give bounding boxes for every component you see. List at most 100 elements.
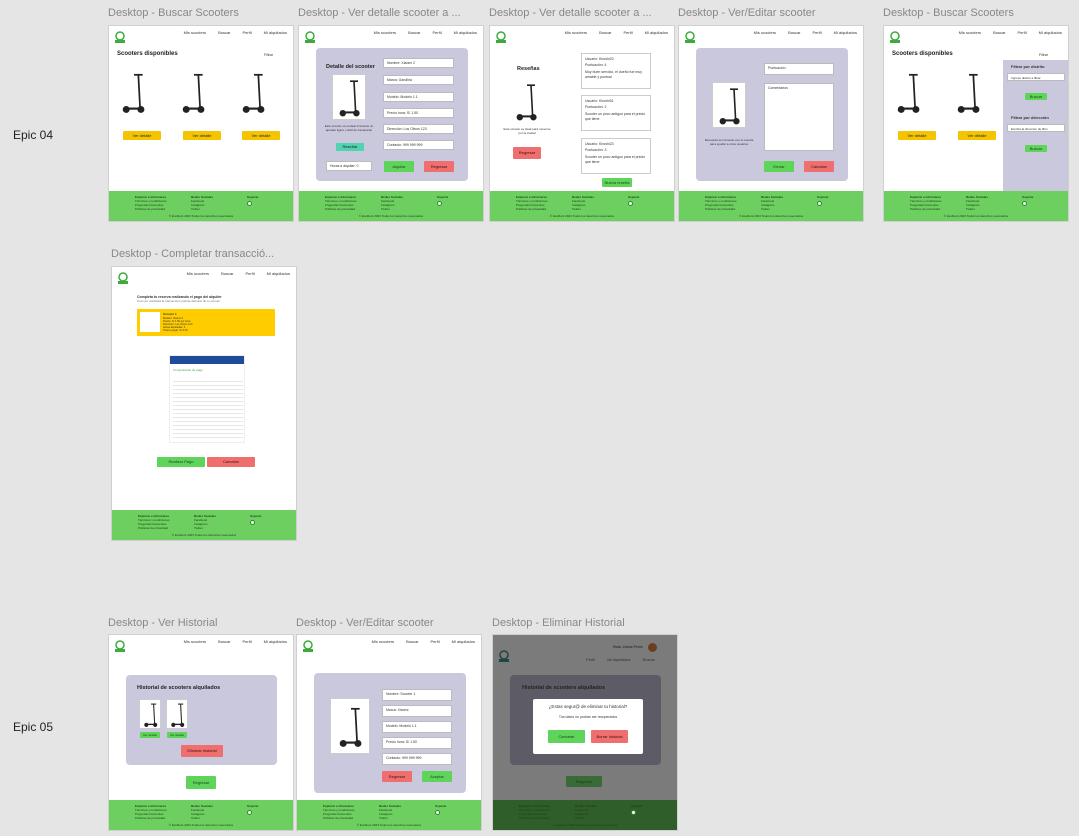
nav-my-rented[interactable]: Mi alquilados xyxy=(454,30,477,35)
nav-my-rented[interactable]: Mi alquilados xyxy=(834,30,857,35)
nav-search[interactable]: Buscar xyxy=(406,639,418,644)
nav-search[interactable]: Buscar xyxy=(221,271,233,276)
nav-my-scooters[interactable]: Mis scooters xyxy=(565,30,587,35)
whatsapp-icon[interactable] xyxy=(437,201,442,206)
nav-search[interactable]: Buscar xyxy=(788,30,800,35)
avatar[interactable] xyxy=(648,643,657,652)
hours-input[interactable]: Horas a alquilar: 0 xyxy=(326,161,372,171)
footer-link[interactable]: Políticas de privacidad xyxy=(519,816,551,820)
back-button[interactable]: Regresar xyxy=(513,147,541,159)
nav-profile[interactable]: Perfil xyxy=(246,271,255,276)
district-input[interactable]: Ingrese distrito a filtrar xyxy=(1007,73,1065,81)
nav-search[interactable]: Buscar xyxy=(599,30,611,35)
nav-my-scooters[interactable]: Mis scooters xyxy=(372,639,394,644)
nav-search[interactable]: Buscar xyxy=(218,30,230,35)
view-detail-button[interactable]: Ver detalle xyxy=(898,131,936,140)
footer-link[interactable]: Políticas de privacidad xyxy=(910,207,942,211)
review-button[interactable]: Reseñar xyxy=(336,143,364,151)
accept-button[interactable]: Aceptar xyxy=(422,771,452,782)
footer-link[interactable]: Twitter xyxy=(575,816,597,820)
view-detail-button[interactable]: Ver detalle xyxy=(183,131,221,140)
nav-my-scooters[interactable]: Mis scooters xyxy=(184,30,206,35)
edit-field[interactable]: Modelo: Modelo 1.1 xyxy=(382,721,452,733)
whatsapp-icon[interactable] xyxy=(247,810,252,815)
rent-button[interactable]: Alquilar xyxy=(384,161,414,172)
whatsapp-icon[interactable] xyxy=(817,201,822,206)
whatsapp-icon[interactable] xyxy=(631,810,636,815)
back-button[interactable]: Regresar xyxy=(566,776,602,787)
nav-my-scooters[interactable]: Mis scooters xyxy=(184,639,206,644)
edit-field[interactable]: Precio hora: S/ 1.50 xyxy=(382,737,452,749)
whatsapp-icon[interactable] xyxy=(250,520,255,525)
new-review-button[interactable]: Nueva reseña xyxy=(602,178,632,187)
nav-search[interactable]: Buscar xyxy=(408,30,420,35)
nav-my-rented[interactable]: Mi alquilados xyxy=(1039,30,1062,35)
footer-link[interactable]: Políticas de privacidad xyxy=(135,207,167,211)
score-input[interactable]: Puntuación xyxy=(764,63,834,75)
back-button[interactable]: Regresar xyxy=(382,771,412,782)
footer-link[interactable]: Twitter xyxy=(381,207,403,211)
nav-my-scooters[interactable]: Mis scooters xyxy=(754,30,776,35)
footer-link[interactable]: Twitter xyxy=(191,816,213,820)
nav-profile[interactable]: Perfil xyxy=(433,30,442,35)
comments-textarea[interactable]: Comentarios xyxy=(764,83,834,151)
nav-my-rented[interactable]: Mi alquilados xyxy=(645,30,668,35)
nav-profile[interactable]: Perfil xyxy=(243,639,252,644)
nav-my-scooters[interactable]: Mis scooters xyxy=(374,30,396,35)
footer-link[interactable]: Políticas de privacidad xyxy=(516,207,548,211)
view-detail-button[interactable]: Ver detalle xyxy=(958,131,996,140)
edit-field[interactable]: Nombre: Scooter 1 xyxy=(382,689,452,701)
nav-search[interactable]: Buscar xyxy=(218,639,230,644)
search-button[interactable]: Buscar xyxy=(1025,93,1047,100)
nav-search[interactable]: Buscar xyxy=(993,30,1005,35)
nav-profile[interactable]: Perfil xyxy=(243,30,252,35)
pay-button[interactable]: Realizar Pago xyxy=(157,457,205,467)
modal-confirm-button[interactable]: Borrar historial xyxy=(591,730,628,743)
nav-profile[interactable]: Perfil xyxy=(813,30,822,35)
footer-link[interactable]: Políticas de privacidad xyxy=(705,207,737,211)
nav-my-rented[interactable]: Mi alquilados xyxy=(267,271,290,276)
nav-profile[interactable]: Perfil xyxy=(431,639,440,644)
view-detail-button[interactable]: Ver detalle xyxy=(123,131,161,140)
footer-link[interactable]: Twitter xyxy=(761,207,783,211)
modal-cancel-button[interactable]: Cancelar xyxy=(548,730,585,743)
view-detail-button[interactable]: Ver detalle xyxy=(140,732,160,738)
delete-history-button[interactable]: Eliminar historial xyxy=(181,745,223,757)
cancel-button[interactable]: Cancelar xyxy=(804,161,834,172)
nav-profile[interactable]: Perfil xyxy=(586,657,595,662)
whatsapp-icon[interactable] xyxy=(435,810,440,815)
footer-link[interactable]: Twitter xyxy=(966,207,988,211)
whatsapp-icon[interactable] xyxy=(628,201,633,206)
send-button[interactable]: Enviar xyxy=(764,161,794,172)
nav-profile[interactable]: Perfil xyxy=(624,30,633,35)
whatsapp-icon[interactable] xyxy=(1022,201,1027,206)
nav-my-rented[interactable]: Mi alquilados xyxy=(264,30,287,35)
footer-link[interactable]: Políticas de privacidad xyxy=(325,207,357,211)
footer-link[interactable]: Twitter xyxy=(191,207,213,211)
address-input[interactable]: Escriba la dirección de filtro xyxy=(1007,124,1065,132)
footer-link[interactable]: Twitter xyxy=(572,207,594,211)
edit-field[interactable]: Marca: Xiaomi xyxy=(382,705,452,717)
footer-link[interactable]: Políticas de privacidad xyxy=(323,816,355,820)
footer-link[interactable]: Políticas de privacidad xyxy=(138,526,170,530)
nav-my-scooters[interactable]: Mis scooters xyxy=(959,30,981,35)
footer-link[interactable]: Twitter xyxy=(194,526,216,530)
footer-link[interactable]: Twitter xyxy=(379,816,401,820)
back-button[interactable]: Regresar xyxy=(186,776,216,789)
filter-button[interactable]: Filtrar xyxy=(1039,53,1048,58)
footer-link[interactable]: Políticas de privacidad xyxy=(135,816,167,820)
whatsapp-icon[interactable] xyxy=(247,201,252,206)
nav-my-rented[interactable]: Mi alquilados xyxy=(452,639,475,644)
edit-field[interactable]: Contacto: 999 999 999 xyxy=(382,753,452,765)
filter-button[interactable]: Filtrar xyxy=(264,53,273,58)
nav-my-rented[interactable]: Mi alquilados xyxy=(607,657,630,662)
nav-my-rented[interactable]: Mi alquilados xyxy=(264,639,287,644)
nav-search[interactable]: Buscar xyxy=(643,657,655,662)
back-button[interactable]: Regresar xyxy=(424,161,454,172)
search-button[interactable]: Buscar xyxy=(1025,145,1047,152)
view-detail-button[interactable]: Ver detalle xyxy=(167,732,187,738)
view-detail-button[interactable]: Ver detalle xyxy=(242,131,280,140)
nav-my-scooters[interactable]: Mis scooters xyxy=(187,271,209,276)
cancel-button[interactable]: Cancelar xyxy=(207,457,255,467)
nav-profile[interactable]: Perfil xyxy=(1018,30,1027,35)
